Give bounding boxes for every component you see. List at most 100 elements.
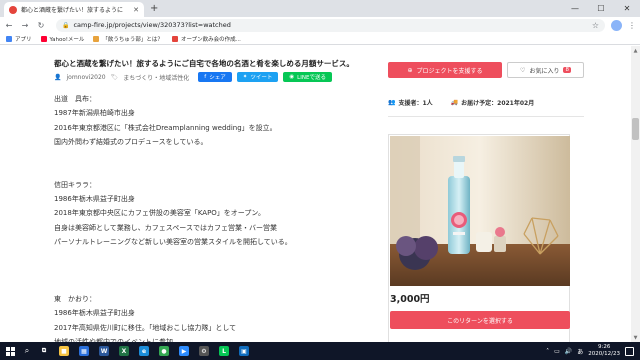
body-line: 2017年高知県佐川町に移住。「地域おこし協力隊」として — [54, 323, 237, 332]
truck-icon: 🚚 — [450, 99, 459, 106]
photos-icon[interactable]: ▣ — [234, 342, 254, 360]
bookmark-label: 「飲うちゅう部」とは？ — [102, 36, 163, 43]
body-line: パーソナルトレーニングなど新しい美容室の営業スタイルを開拓している。 — [54, 237, 292, 246]
settings-icon[interactable]: ⚙ — [194, 342, 214, 360]
body-line — [54, 163, 354, 177]
page-scrollbar[interactable]: ▲ ▼ — [631, 46, 640, 342]
excel-icon[interactable]: X — [114, 342, 134, 360]
user-icon: 👤 — [54, 73, 62, 81]
network-icon[interactable]: ▭ — [554, 348, 560, 355]
yahoo-icon — [40, 35, 47, 42]
body-line: 1986年栃木県益子町出身 — [54, 309, 135, 318]
support-project-button[interactable]: ⊕ プロジェクトを支援する — [388, 62, 502, 78]
body-line — [54, 264, 354, 278]
twitter-share-button[interactable]: ✦ ツイート — [236, 72, 279, 82]
share-label: ツイート — [250, 75, 273, 81]
favorite-button[interactable]: ♡ お気に入り 8 — [507, 62, 584, 78]
excel-icon-glyph: X — [119, 346, 129, 356]
project-stats: 👥 支援者：1人 🚚 お届け予定：2021年02月 — [388, 98, 534, 107]
author-link[interactable]: jomnovi2020 — [66, 74, 105, 81]
close-window-button[interactable]: ✕ — [614, 0, 640, 17]
edge-icon-glyph: e — [139, 346, 149, 356]
task-view-icon[interactable]: ⧉ — [34, 342, 54, 360]
favorite-label: お気に入り — [529, 67, 560, 75]
twitter-icon: ✦ — [242, 74, 248, 80]
lock-icon: 🔒 — [62, 21, 70, 29]
zoom-icon[interactable]: ▶ — [174, 342, 194, 360]
favorite-count-badge: 8 — [563, 67, 571, 73]
share-label: LINEで送る — [297, 75, 326, 81]
ime-indicator[interactable]: あ — [577, 347, 583, 356]
task-view-icon-glyph: ⧉ — [41, 347, 47, 354]
clock[interactable]: 9:26 2020/12/23 — [588, 344, 620, 358]
sake-bottle-photo — [390, 136, 570, 286]
minimize-button[interactable]: — — [562, 0, 588, 17]
volume-icon[interactable]: 🔊 — [565, 348, 572, 355]
body-line: 信田キララ： — [54, 180, 96, 189]
line-icon[interactable]: L — [214, 342, 234, 360]
scroll-down-icon[interactable]: ▼ — [631, 333, 640, 342]
bookmark-nomuchu[interactable]: 「飲うちゅう部」とは？ — [93, 35, 163, 43]
chevron-up-icon[interactable]: ˄ — [546, 348, 549, 355]
file-explorer-icon-glyph: ■ — [59, 346, 69, 356]
bookmarks-bar: アプリ Yahoo!メール 「飲うちゅう部」とは？ オープン飲み会の作成... — [0, 33, 640, 45]
facebook-share-button[interactable]: f シェア — [198, 72, 232, 82]
back-icon[interactable]: ← — [4, 21, 14, 30]
line-share-button[interactable]: ◉ LINEで送る — [283, 72, 332, 82]
window-controls: — ☐ ✕ — [562, 0, 640, 17]
clock-date: 2020/12/23 — [588, 351, 620, 357]
share-label: シェア — [209, 75, 226, 81]
heart-icon: ♡ — [520, 66, 526, 74]
settings-icon-glyph: ⚙ — [199, 346, 209, 356]
supporters-stat: 👥 支援者：1人 — [388, 98, 433, 107]
taskbar-apps: ⧉ ■ ▦ W Xe ● ▶ ⚙ L ▣ — [34, 342, 254, 360]
body-line: 2016年東京都港区に「株式会社Dreamplanning wedding」を設… — [54, 123, 277, 132]
bookmark-star-icon[interactable]: ☆ — [592, 21, 599, 30]
forward-icon[interactable]: → — [20, 21, 30, 30]
store-icon[interactable]: ▦ — [74, 342, 94, 360]
maximize-button[interactable]: ☐ — [588, 0, 614, 17]
bookmark-yahoo-mail[interactable]: Yahoo!メール — [40, 35, 85, 43]
start-button[interactable] — [0, 342, 20, 360]
delivery-text: お届け予定：2021年02月 — [461, 100, 535, 107]
search-icon[interactable]: ⌕ — [20, 346, 34, 356]
reload-icon[interactable]: ↻ — [36, 21, 46, 30]
url-input[interactable]: 🔒 camp-fire.jp/projects/view/320373?list… — [56, 18, 605, 32]
reward-image — [390, 136, 570, 286]
edge-icon[interactable]: e — [134, 342, 154, 360]
scrollbar-thumb[interactable] — [632, 118, 639, 140]
notifications-icon[interactable] — [625, 346, 634, 356]
word-icon[interactable]: W — [94, 342, 114, 360]
file-explorer-icon[interactable]: ■ — [54, 342, 74, 360]
bookmark-open-nomikai[interactable]: オープン飲み会の作成... — [171, 35, 241, 43]
clock-time: 9:26 — [597, 344, 611, 350]
new-tab-button[interactable]: + — [150, 2, 158, 15]
page-icon — [171, 35, 178, 42]
reward-card: 3,000円 このリターンを選択する — [388, 134, 570, 342]
choose-reward-button[interactable]: このリターンを選択する — [390, 311, 570, 329]
bookmark-apps[interactable]: アプリ — [6, 35, 32, 43]
apps-grid-icon — [6, 35, 12, 42]
bookmark-label: オープン飲み会の作成... — [180, 36, 241, 43]
body-line: 国内外問わず結婚式のプロデュースをしている。 — [54, 137, 208, 146]
facebook-icon: f — [204, 74, 207, 80]
tab-close-icon[interactable]: ✕ — [133, 6, 139, 14]
plus-circle-icon: ⊕ — [407, 66, 413, 74]
browser-menu-icon[interactable]: ⋮ — [628, 21, 636, 30]
scroll-up-icon[interactable]: ▲ — [631, 46, 640, 55]
browser-tab[interactable]: 都心と酒蔵を繋げたい！旅するように ✕ — [4, 2, 144, 17]
chrome-icon[interactable]: ● — [154, 342, 174, 360]
category-link[interactable]: まちづくり・地域活性化 — [123, 73, 189, 82]
photos-icon-glyph: ▣ — [239, 346, 249, 356]
page-content: 都心と酒蔵を繋げたい！旅するようにご自宅で各地の名酒と肴を楽しめる月額サービス。… — [0, 46, 640, 342]
word-icon-glyph: W — [99, 346, 109, 356]
body-line — [54, 249, 354, 263]
reward-price: 3,000円 — [390, 294, 430, 305]
profile-avatar[interactable] — [611, 19, 622, 31]
page-icon — [93, 35, 100, 42]
line-icon: ◉ — [289, 74, 295, 80]
body-line — [54, 278, 354, 292]
bookmark-label: Yahoo!メール — [49, 36, 85, 43]
body-line — [54, 149, 354, 163]
project-title: 都心と酒蔵を繋げたい！旅するようにご自宅で各地の名酒と肴を楽しめる月額サービス。 — [54, 59, 354, 68]
